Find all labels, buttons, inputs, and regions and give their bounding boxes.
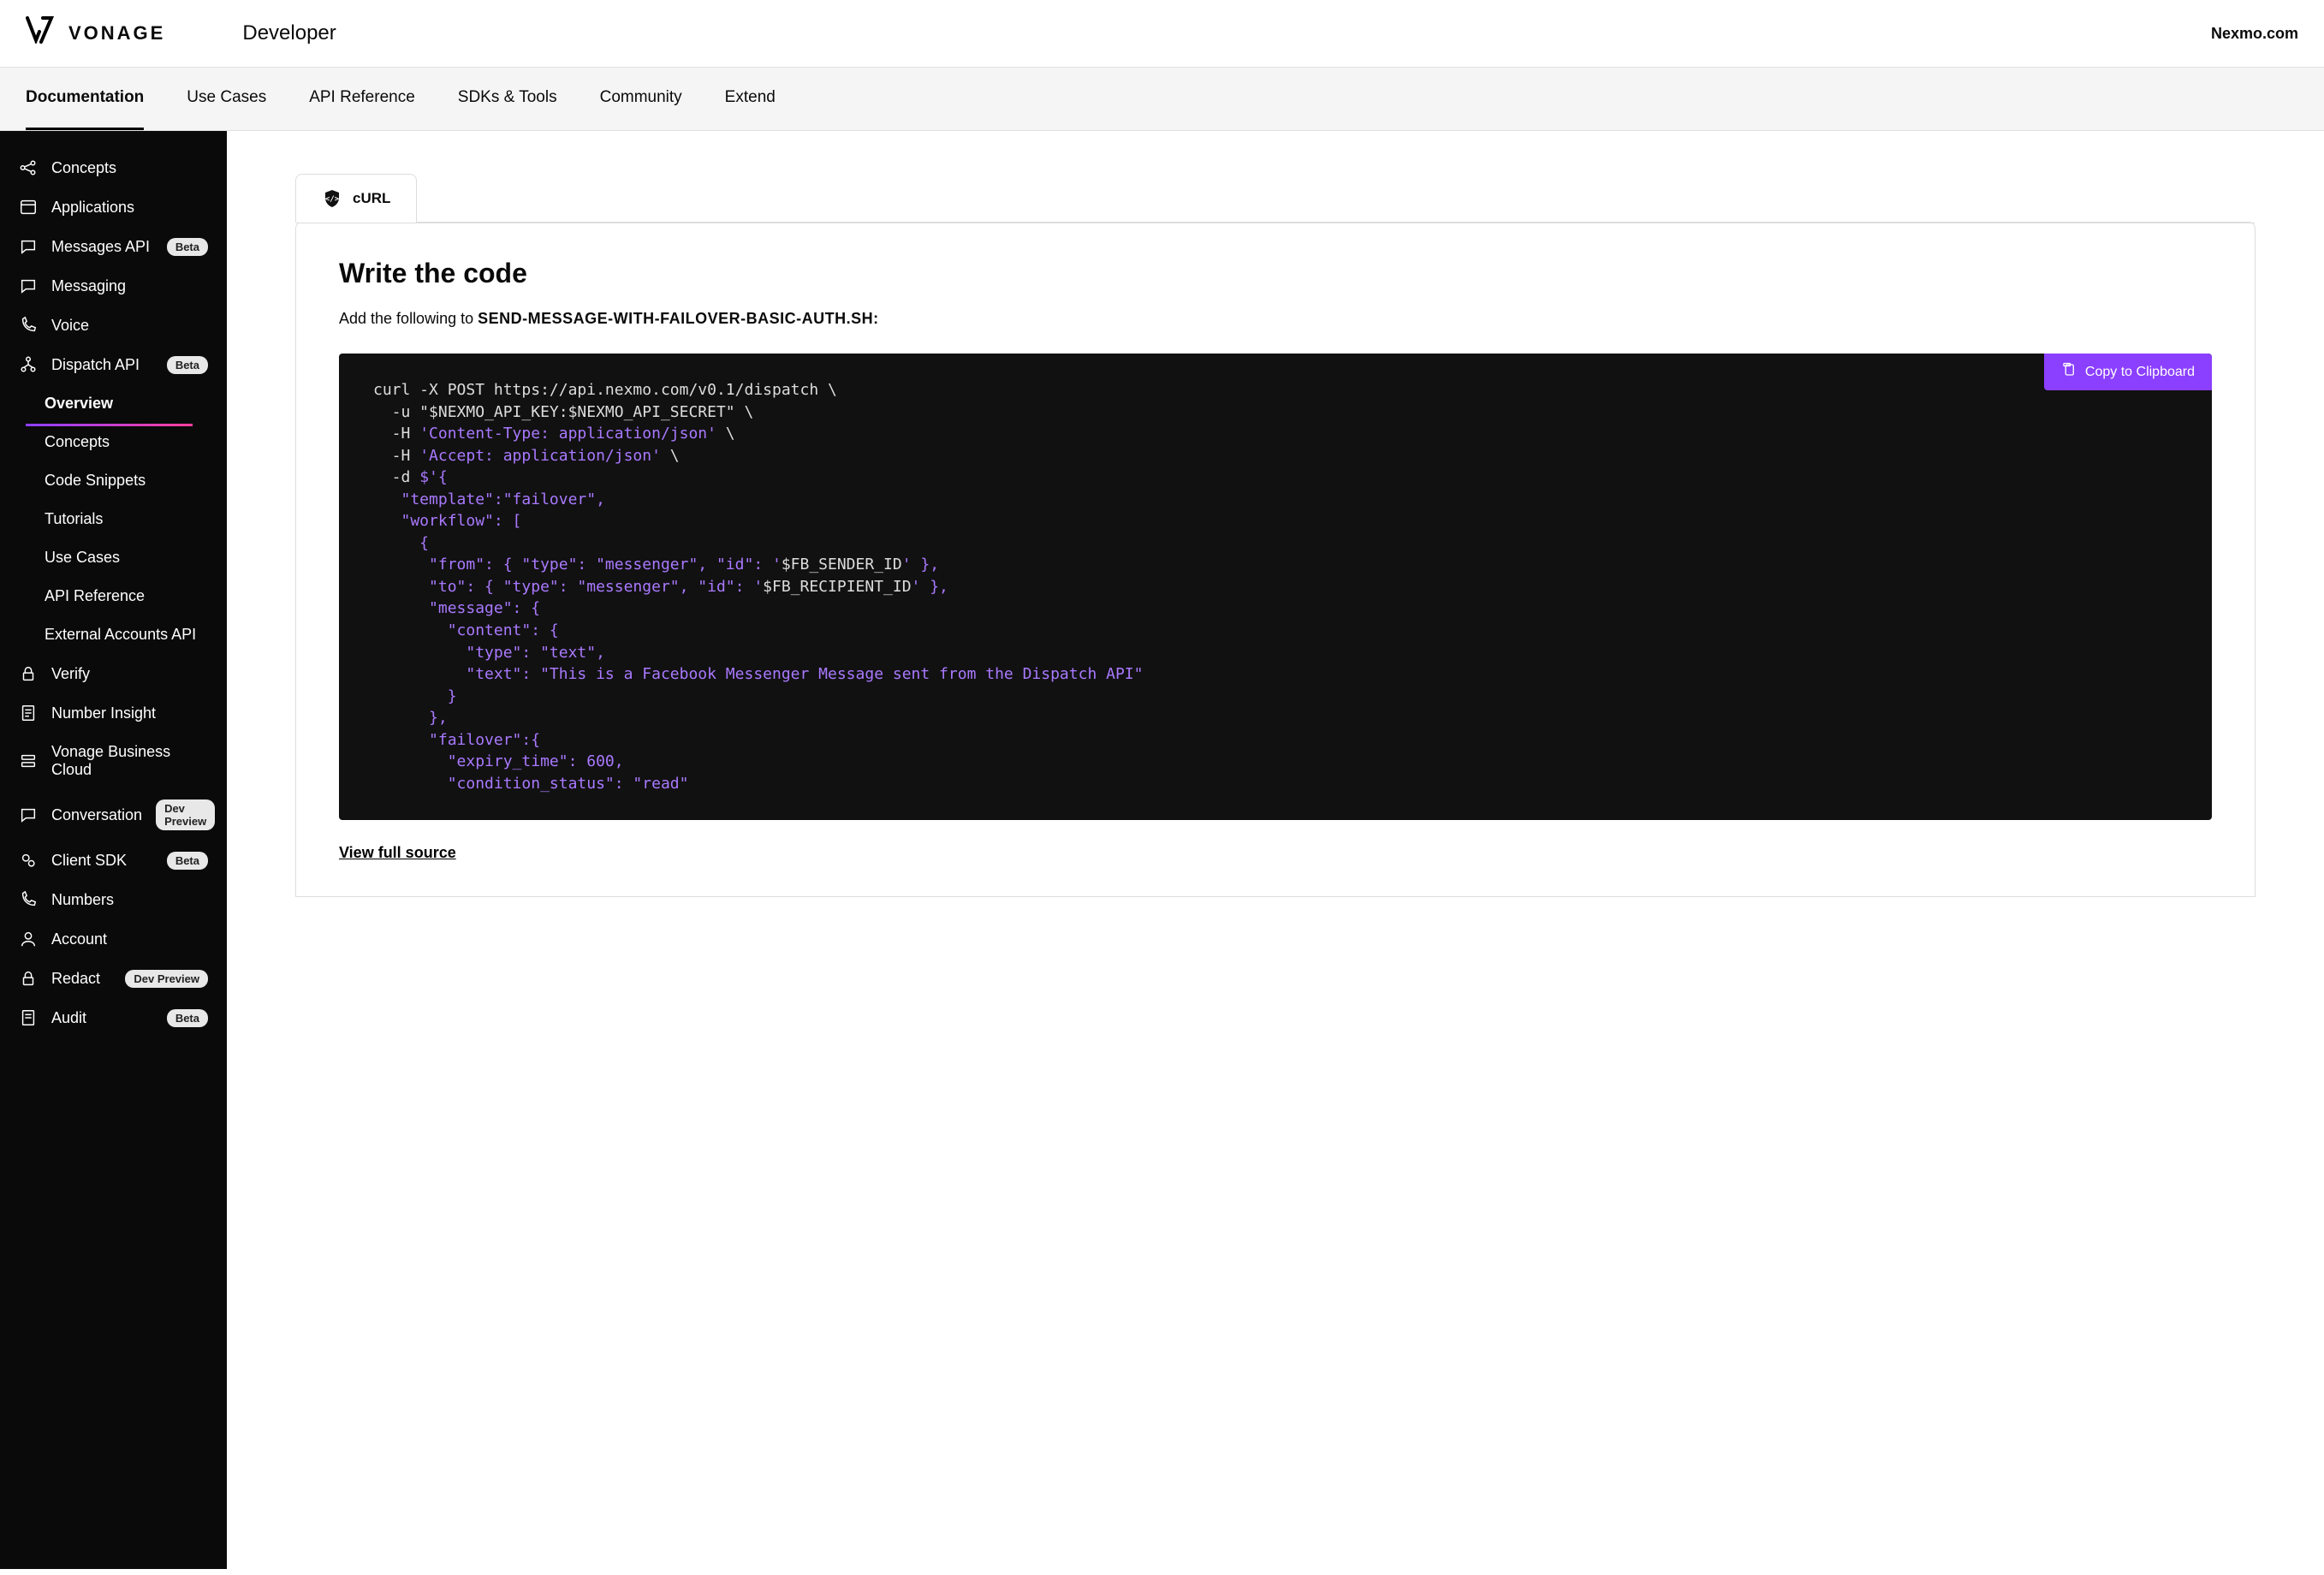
developer-label: Developer (242, 21, 336, 45)
chat-icon (19, 276, 38, 295)
dev-preview-badge: Dev Preview (156, 799, 215, 830)
top-header: VONAGE Developer Nexmo.com (0, 0, 2324, 68)
sidebar-item-label: Verify (51, 665, 90, 683)
sidebar-item-redact[interactable]: Redact Dev Preview (0, 959, 227, 998)
sidebar-subitems: Overview Concepts Code Snippets Tutorial… (0, 384, 227, 654)
sidebar-item-label: Account (51, 930, 107, 948)
sidebar-item-label: Redact (51, 970, 100, 988)
chat-icon (19, 805, 38, 824)
phone-icon (19, 890, 38, 909)
instruction-text: Add the following to SEND-MESSAGE-WITH-F… (339, 310, 2212, 328)
sidebar-sub-use-cases[interactable]: Use Cases (26, 538, 227, 577)
sidebar-item-label: Numbers (51, 891, 114, 909)
sidebar-item-number-insight[interactable]: Number Insight (0, 693, 227, 733)
tree-icon (19, 355, 38, 374)
filename: SEND-MESSAGE-WITH-FAILOVER-BASIC-AUTH.SH… (478, 310, 879, 327)
doc-icon (19, 1008, 38, 1027)
beta-badge: Beta (167, 356, 208, 374)
sidebar-item-voice[interactable]: Voice (0, 306, 227, 345)
window-icon (19, 198, 38, 217)
nav-documentation[interactable]: Documentation (26, 68, 144, 130)
dev-preview-badge: Dev Preview (125, 970, 208, 988)
svg-text:</>: </> (325, 195, 340, 204)
sidebar-sub-code-snippets[interactable]: Code Snippets (26, 461, 227, 500)
nav-use-cases[interactable]: Use Cases (187, 68, 266, 130)
main-content: </> cURL Write the code Add the followin… (227, 131, 2324, 1569)
vonage-logo[interactable]: VONAGE (26, 15, 165, 51)
shield-icon: </> (322, 188, 342, 209)
code-tabs: </> cURL (295, 174, 2256, 222)
sidebar-item-label: Concepts (51, 159, 116, 177)
code-content: curl -X POST https://api.nexmo.com/v0.1/… (373, 379, 2178, 794)
sidebar-item-messaging[interactable]: Messaging (0, 266, 227, 306)
sidebar-item-label: Applications (51, 199, 134, 217)
clipboard-icon (2061, 362, 2077, 382)
sidebar-item-label: Vonage Business Cloud (51, 743, 208, 779)
sidebar-item-messages-api[interactable]: Messages API Beta (0, 227, 227, 266)
stack-icon (19, 752, 38, 770)
sidebar-item-audit[interactable]: Audit Beta (0, 998, 227, 1037)
sidebar-item-conversation[interactable]: Conversation Dev Preview (0, 789, 227, 841)
nav-sdks-tools[interactable]: SDKs & Tools (458, 68, 557, 130)
beta-badge: Beta (167, 852, 208, 870)
sidebar-item-label: Messages API (51, 238, 150, 256)
sidebar-item-label: Audit (51, 1009, 86, 1027)
sidebar-sub-tutorials[interactable]: Tutorials (26, 500, 227, 538)
sidebar-item-account[interactable]: Account (0, 919, 227, 959)
sidebar-item-label: Client SDK (51, 852, 127, 870)
nav-extend[interactable]: Extend (725, 68, 776, 130)
sidebar: Concepts Applications Messages API Beta … (0, 131, 227, 1569)
sidebar-item-dispatch-api[interactable]: Dispatch API Beta (0, 345, 227, 384)
gears-icon (19, 851, 38, 870)
doc-icon (19, 704, 38, 722)
lock-icon (19, 664, 38, 683)
nav-community[interactable]: Community (600, 68, 682, 130)
sidebar-item-label: Conversation (51, 806, 142, 824)
logo-mark (26, 15, 56, 51)
sidebar-item-verify[interactable]: Verify (0, 654, 227, 693)
code-block: Copy to Clipboard curl -X POST https://a… (339, 354, 2212, 820)
sidebar-item-applications[interactable]: Applications (0, 187, 227, 227)
sidebar-item-label: Number Insight (51, 704, 156, 722)
beta-badge: Beta (167, 1009, 208, 1027)
sidebar-item-label: Dispatch API (51, 356, 140, 374)
tab-curl[interactable]: </> cURL (295, 174, 417, 223)
sidebar-sub-overview[interactable]: Overview (26, 384, 227, 423)
sidebar-item-label: Voice (51, 317, 89, 335)
section-heading: Write the code (339, 258, 2212, 289)
user-icon (19, 930, 38, 948)
sidebar-item-concepts[interactable]: Concepts (0, 148, 227, 187)
logo-text: VONAGE (68, 22, 165, 45)
nav-api-reference[interactable]: API Reference (309, 68, 415, 130)
sidebar-sub-api-reference[interactable]: API Reference (26, 577, 227, 615)
phone-icon (19, 316, 38, 335)
sidebar-sub-external-accounts[interactable]: External Accounts API (26, 615, 227, 654)
share-icon (19, 158, 38, 177)
chat-icon (19, 237, 38, 256)
sidebar-item-label: Messaging (51, 277, 126, 295)
sidebar-item-numbers[interactable]: Numbers (0, 880, 227, 919)
nexmo-link[interactable]: Nexmo.com (2211, 25, 2298, 43)
lock-icon (19, 969, 38, 988)
sidebar-item-client-sdk[interactable]: Client SDK Beta (0, 841, 227, 880)
main-nav: Documentation Use Cases API Reference SD… (0, 68, 2324, 131)
sidebar-sub-concepts[interactable]: Concepts (26, 423, 227, 461)
copy-to-clipboard-button[interactable]: Copy to Clipboard (2044, 354, 2212, 390)
tab-label: cURL (353, 190, 390, 207)
beta-badge: Beta (167, 238, 208, 256)
sidebar-item-vbc[interactable]: Vonage Business Cloud (0, 733, 227, 789)
view-full-source-link[interactable]: View full source (339, 844, 456, 862)
